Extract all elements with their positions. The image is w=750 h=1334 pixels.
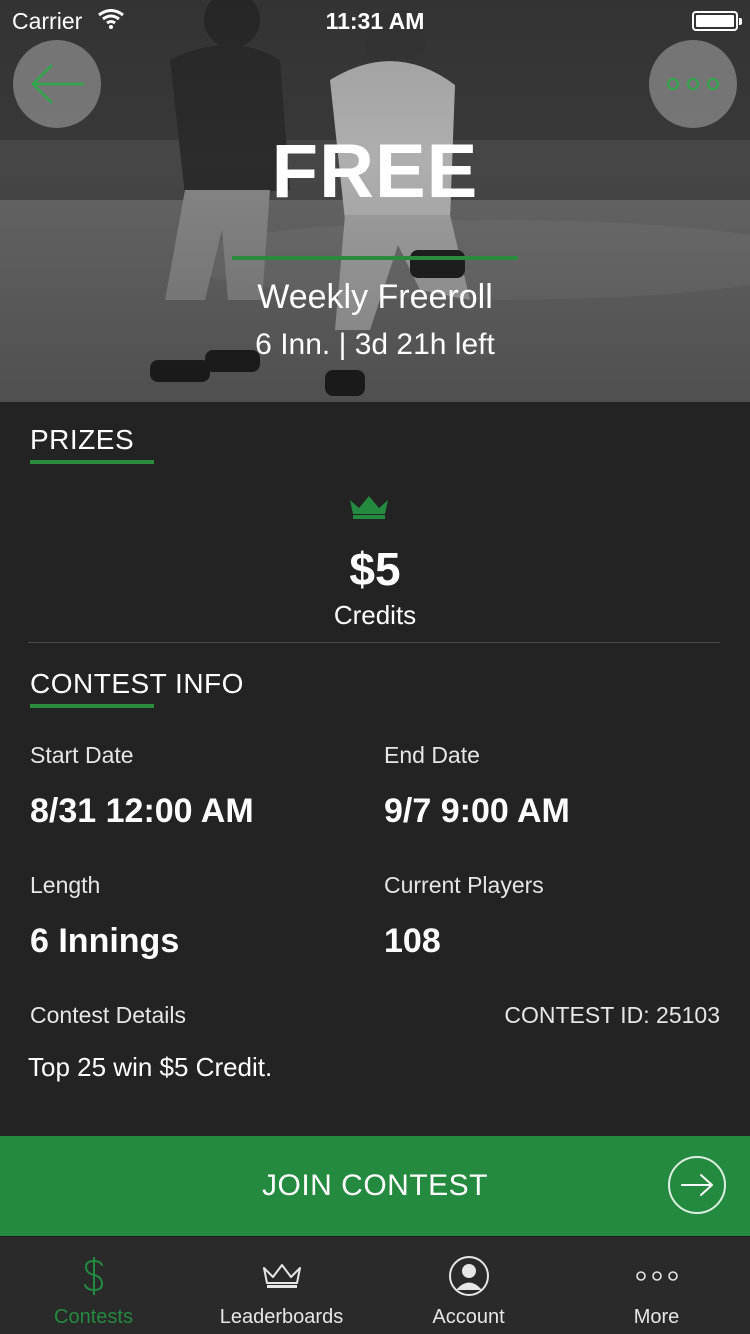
contest-info-heading: CONTEST INFO — [30, 668, 244, 699]
length-value: 6 Innings — [30, 922, 180, 960]
prize-amount: $5 — [349, 543, 401, 595]
tab-account-label: Account — [432, 1306, 505, 1328]
current-players-label: Current Players — [384, 872, 544, 898]
join-contest-button[interactable]: JOIN CONTEST — [0, 1136, 750, 1236]
current-players-value: 108 — [384, 922, 441, 960]
dollar-icon — [0, 1255, 187, 1297]
arrow-right-circle-icon — [668, 1156, 726, 1214]
back-button[interactable] — [13, 40, 101, 128]
arrow-left-icon — [31, 64, 85, 104]
more-dots-icon — [667, 78, 719, 90]
length-label: Length — [30, 872, 101, 898]
more-dots-icon — [563, 1255, 750, 1297]
start-date-value: 8/31 12:00 AM — [30, 792, 254, 830]
section-divider — [28, 642, 720, 643]
tab-account[interactable]: Account — [375, 1237, 562, 1334]
tab-leaderboards-label: Leaderboards — [219, 1306, 344, 1328]
tab-contests[interactable]: Contests — [0, 1237, 187, 1334]
tab-leaderboards[interactable]: Leaderboards — [188, 1237, 375, 1334]
user-icon — [375, 1255, 562, 1297]
prizes-heading: PRIZES — [30, 424, 135, 455]
contest-details-text: Top 25 win $5 Credit. — [28, 1052, 273, 1082]
join-contest-label: JOIN CONTEST — [261, 1169, 488, 1202]
contest-id: CONTEST ID: 25103 — [504, 1002, 720, 1028]
battery-icon — [692, 11, 742, 31]
more-options-button[interactable] — [649, 40, 737, 128]
contest-info-underline — [30, 704, 154, 708]
contest-name: Weekly Freeroll — [257, 278, 493, 316]
contest-details-label: Contest Details — [30, 1002, 186, 1028]
tab-more-label: More — [633, 1306, 680, 1328]
status-bar: Carrier 11:31 AM — [0, 0, 750, 40]
tab-contests-label: Contests — [54, 1306, 133, 1328]
contest-meta: 6 Inn. | 3d 21h left — [255, 328, 495, 361]
crown-icon — [188, 1255, 375, 1297]
prize-unit: Credits — [333, 600, 417, 630]
clock-label: 11:31 AM — [325, 8, 425, 34]
prizes-underline — [30, 460, 154, 464]
contest-details-panel[interactable]: PRIZES $5 Credits CONTEST INFO Start Dat… — [0, 402, 750, 1136]
end-date-value: 9/7 9:00 AM — [384, 792, 570, 830]
end-date-label: End Date — [384, 742, 480, 768]
contest-fee-title: FREE — [271, 129, 479, 214]
hero-divider — [232, 256, 518, 260]
hero-banner: Carrier 11:31 AM FREE Weekly Freeroll 6 … — [0, 0, 750, 402]
crown-icon — [350, 496, 388, 519]
start-date-label: Start Date — [30, 742, 134, 768]
tab-more[interactable]: More — [563, 1237, 750, 1334]
tab-bar: Contests Leaderboards Account More — [0, 1236, 750, 1334]
